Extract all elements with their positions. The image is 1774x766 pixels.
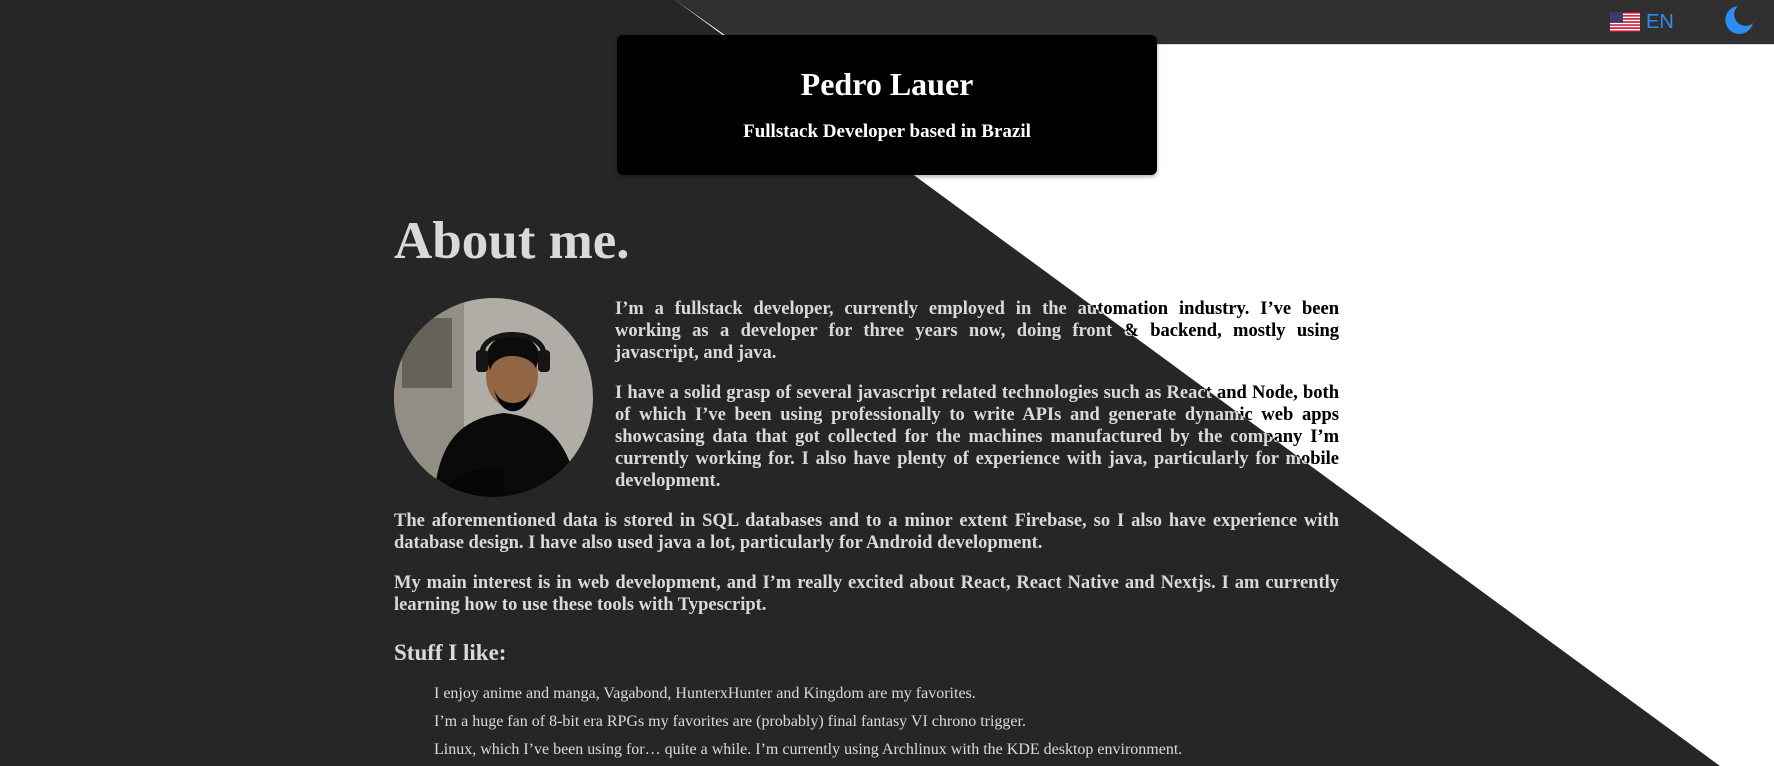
about-section: About me. I’m a fullstack developer, cur… xyxy=(394,212,1339,764)
avatar xyxy=(394,298,593,498)
moon-icon[interactable] xyxy=(1722,3,1756,37)
about-heading: About me. xyxy=(394,212,630,270)
likes-list: I enjoy anime and manga, Vagabond, Hunte… xyxy=(394,680,1339,764)
about-paragraph: My main interest is in web development, … xyxy=(394,573,1339,616)
intro-block: I’m a fullstack developer, currently emp… xyxy=(394,298,1339,616)
list-item: Linux, which I’ve been using for… quite … xyxy=(434,740,1183,758)
language-selector[interactable]: EN xyxy=(1610,8,1674,36)
page-subtitle: Fullstack Developer based in Brazil xyxy=(743,121,1031,143)
stuff-heading: Stuff I like: xyxy=(394,640,507,666)
language-label: EN xyxy=(1646,10,1674,33)
list-item: I enjoy anime and manga, Vagabond, Hunte… xyxy=(434,684,976,702)
us-flag-icon xyxy=(1610,12,1640,32)
header-card: Pedro Lauer Fullstack Developer based in… xyxy=(617,35,1157,175)
list-item: I’m a huge fan of 8-bit era RPGs my favo… xyxy=(434,712,1026,730)
avatar-photo xyxy=(394,298,593,498)
page-title: Pedro Lauer xyxy=(800,66,974,102)
about-paragraph: The aforementioned data is stored in SQL… xyxy=(394,511,1339,554)
